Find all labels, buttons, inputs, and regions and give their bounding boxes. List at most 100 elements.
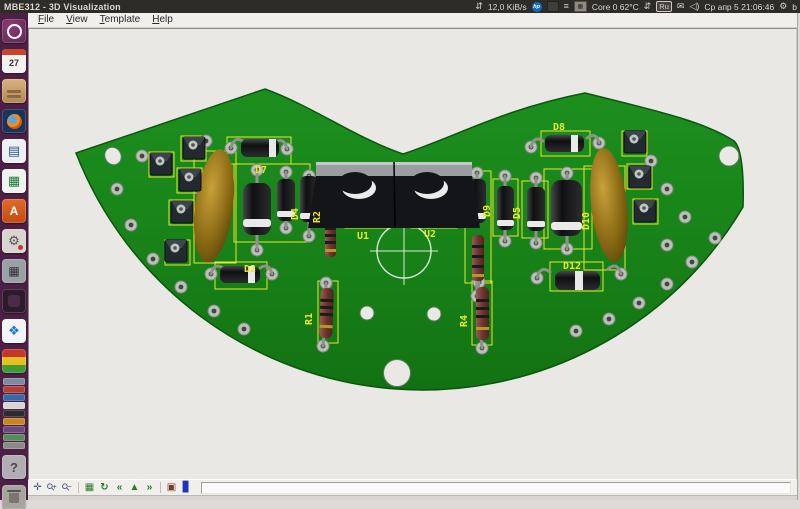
label-d10: D10 [581, 212, 592, 230]
launcher-item-unknown[interactable]: ? [2, 455, 26, 479]
diode-d8-body [545, 135, 584, 152]
net-speed-label: 12,0 KiB/s [488, 2, 527, 12]
board-view-icon[interactable]: ▦ [83, 481, 96, 494]
launcher-item-dark-app[interactable] [2, 289, 26, 313]
label-d8: D8 [553, 122, 565, 133]
launcher-item-dash-home[interactable] [2, 19, 26, 43]
launcher-item-impress[interactable]: A [2, 199, 26, 223]
menu-template[interactable]: Template [95, 13, 146, 27]
label-r2: R2 [312, 211, 323, 223]
launcher-collapsed-items [3, 378, 25, 449]
label-r4: R4 [459, 315, 470, 327]
label-r1: R1 [304, 313, 315, 325]
axis-origin-icon[interactable]: ▊ [180, 481, 193, 494]
window-title: MBE312 - 3D Visualization [0, 2, 121, 12]
session-gear-icon[interactable]: ⚙ [779, 2, 787, 11]
collapsed-app-icon[interactable] [3, 394, 25, 401]
diode-d5-body [527, 187, 545, 231]
label-u1: U1 [357, 231, 369, 242]
label-d12: D12 [563, 261, 581, 272]
collapsed-app-icon[interactable] [3, 434, 25, 441]
top-panel: MBE312 - 3D Visualization ⇵ 12,0 KiB/s h… [0, 0, 800, 13]
question-mark-icon: ? [10, 460, 18, 475]
unity-launcher: 27 ▤ ▦ A ⚙ ▦ ❖ ? [0, 13, 28, 500]
tool-accent-icon [18, 245, 23, 250]
menu-file[interactable]: File [33, 13, 59, 27]
collapsed-app-icon[interactable] [3, 410, 25, 417]
sound-icon[interactable]: ◁) [689, 2, 699, 11]
diode-d12-body [555, 271, 600, 290]
sysmonitor-indicator-icon[interactable]: ≡ [564, 2, 569, 11]
dropbox-icon: ❖ [8, 323, 20, 339]
system-tray: ⇵ 12,0 KiB/s hp ≡ ▦ Core 0 62°C ⇵ Ru ✉ ◁… [475, 1, 800, 12]
zoom-in-icon[interactable]: ⚲+ [46, 481, 59, 494]
collapsed-app-icon[interactable] [3, 378, 25, 385]
launcher-item-firefox[interactable] [2, 109, 26, 133]
3d-canvas[interactable]: D7 D2 D4 R2 U1 U2 R1 R4 D8 D9 D5 D10 D12 [28, 28, 797, 480]
collapsed-app-icon[interactable] [3, 402, 25, 409]
letter-a-icon: A [10, 204, 19, 218]
menu-view[interactable]: View [61, 13, 93, 27]
collapsed-app-icon[interactable] [3, 418, 25, 425]
diode-d10-body [551, 180, 582, 236]
launcher-item-writer[interactable]: ▤ [2, 139, 26, 163]
network-icon[interactable]: ⇵ [475, 2, 483, 11]
ortho-view-icon[interactable]: ▣ [165, 481, 178, 494]
resistor-r1-body [319, 288, 334, 338]
app-indicator-icon[interactable] [547, 1, 559, 12]
dark-app-icon [8, 295, 20, 307]
collapsed-app-icon[interactable] [3, 442, 25, 449]
label-d9: D9 [482, 205, 493, 217]
trash-icon [7, 490, 21, 492]
status-field[interactable] [201, 482, 791, 494]
menu-help[interactable]: Help [147, 13, 178, 27]
spreadsheet-icon: ▦ [8, 173, 20, 189]
launcher-item-game[interactable] [2, 349, 26, 373]
launcher-item-calculator[interactable]: ▦ [2, 259, 26, 283]
transfer-arrows-icon[interactable]: ⇵ [644, 2, 652, 11]
move-right-icon[interactable]: » [143, 481, 156, 494]
to220-package-pair [308, 162, 480, 228]
firefox-icon [7, 114, 22, 129]
launcher-item-file-manager[interactable] [2, 79, 26, 103]
cpu-temp-label: Core 0 62°C [592, 2, 639, 12]
collapsed-app-icon[interactable] [3, 426, 25, 433]
fit-page-icon[interactable]: ✛ [31, 481, 44, 494]
toolbar-separator [78, 482, 79, 493]
pcb-render: D7 D2 D4 R2 U1 U2 R1 R4 D8 D9 D5 D10 D12 [29, 29, 794, 480]
launcher-item-dropbox[interactable]: ❖ [2, 319, 26, 343]
launcher-item-calc[interactable]: ▦ [2, 169, 26, 193]
keyboard-layout-indicator[interactable]: Ru [656, 1, 672, 12]
hp-indicator-icon[interactable]: hp [532, 2, 542, 12]
view-toolbar: ✛ ⚲+ ⚲− ▦ ↻ « ▲ » ▣ ▊ [28, 480, 797, 495]
label-d5: D5 [512, 207, 523, 219]
zoom-out-icon[interactable]: ⚲− [61, 481, 74, 494]
move-left-icon[interactable]: « [113, 481, 126, 494]
mail-icon[interactable]: ✉ [677, 2, 685, 11]
diode-d7-body [241, 139, 279, 157]
label-u2: U2 [424, 229, 436, 240]
launcher-item-trash[interactable] [2, 485, 26, 509]
app-window: File View Template Help [28, 13, 798, 500]
calendar-day-label: 27 [9, 58, 19, 68]
move-up-icon[interactable]: ▲ [128, 481, 141, 494]
toolbar-separator [160, 482, 161, 493]
launcher-item-calendar[interactable]: 27 [2, 49, 26, 73]
keypad-icon: ▦ [8, 264, 19, 278]
collapsed-app-icon[interactable] [3, 386, 25, 393]
label-d4: D4 [290, 208, 301, 220]
launcher-item-system-settings[interactable]: ⚙ [2, 229, 26, 253]
rotate-view-icon[interactable]: ↻ [98, 481, 111, 494]
session-user-label: b [792, 2, 797, 12]
clock-label[interactable]: Ср апр 5 21:06:46 [704, 2, 774, 12]
file-cabinet-icon [7, 90, 21, 93]
label-d2: D2 [244, 264, 256, 275]
writer-document-icon: ▤ [8, 143, 20, 159]
label-d7: D7 [255, 165, 267, 176]
ubuntu-logo-icon [7, 24, 22, 39]
resistor-r4-body [476, 287, 489, 340]
menu-bar: File View Template Help [28, 13, 797, 28]
cpu-chip-icon[interactable]: ▦ [574, 1, 587, 12]
window-bottom-edge [28, 495, 797, 500]
calendar-icon [2, 49, 26, 55]
